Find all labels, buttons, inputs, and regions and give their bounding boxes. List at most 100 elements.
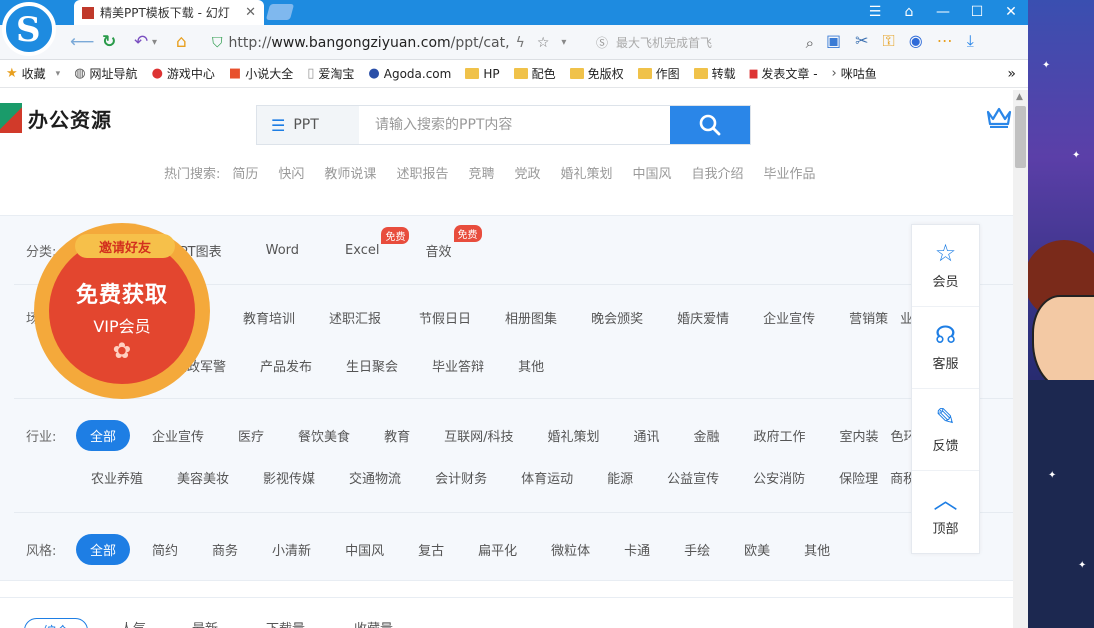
browser-logo[interactable]: S <box>2 2 56 56</box>
bookmark-item[interactable]: 作图 <box>637 65 680 82</box>
hot-keyword[interactable]: 简历 <box>232 163 258 182</box>
hot-keyword[interactable]: 快闪 <box>278 163 304 182</box>
scene-option[interactable]: 毕业答辩 <box>432 356 484 375</box>
industry-option[interactable]: 保险理 <box>839 468 878 487</box>
style-option[interactable]: 其他 <box>804 540 830 559</box>
style-option[interactable]: 中国风 <box>345 540 384 559</box>
industry-option[interactable]: 能源 <box>607 468 633 487</box>
search-button[interactable] <box>670 106 750 144</box>
category-option[interactable]: Word <box>266 243 299 258</box>
scene-option[interactable]: 相册图集 <box>505 308 557 327</box>
active-tab[interactable]: 精美PPT模板下载 - 幻灯 ✕ <box>74 0 264 25</box>
industry-option[interactable]: 体育运动 <box>521 468 573 487</box>
sidebar-item-feedback[interactable]: ✎ 反馈 <box>912 389 979 471</box>
close-window-button[interactable]: ✕ <box>994 0 1028 25</box>
style-option[interactable]: 欧美 <box>744 540 770 559</box>
site-logo[interactable]: 办公资源 <box>0 103 112 133</box>
bookmarks-more-icon[interactable]: » <box>1007 66 1016 82</box>
industry-option[interactable]: 教育 <box>384 426 410 445</box>
industry-option[interactable]: 农业养殖 <box>91 468 143 487</box>
bookmark-item[interactable]: ● 游戏中心 <box>152 65 215 82</box>
lightning-icon[interactable]: ϟ <box>516 35 525 51</box>
style-option[interactable]: 微粒体 <box>551 540 590 559</box>
sort-option[interactable]: 收藏量 <box>354 618 393 628</box>
bookmark-item[interactable]: ▆ 发表文章 - <box>750 65 818 82</box>
bookmark-item[interactable]: ● Agoda.com <box>368 66 451 81</box>
hot-keyword[interactable]: 中国风 <box>633 163 672 182</box>
home-icon[interactable]: ⌂ <box>176 32 187 52</box>
bookmark-item[interactable]: 转载 <box>693 65 736 82</box>
style-option[interactable]: 卡通 <box>624 540 650 559</box>
bookmark-item[interactable]: 免版权 <box>569 65 624 82</box>
industry-option[interactable]: 互联网/科技 <box>444 426 513 445</box>
style-option[interactable]: 扁平化 <box>478 540 517 559</box>
industry-option[interactable]: 公安消防 <box>753 468 805 487</box>
industry-option-active[interactable]: 全部 <box>76 420 131 451</box>
industry-option[interactable]: 会计财务 <box>435 468 487 487</box>
scene-option[interactable]: 生日聚会 <box>346 356 398 375</box>
sort-option-active[interactable]: 综合 <box>24 618 89 628</box>
download-icon[interactable]: ⤓ <box>967 31 974 51</box>
bookmark-item[interactable]: 配色 <box>513 65 556 82</box>
sort-option[interactable]: 人气 <box>120 618 146 628</box>
back-icon[interactable]: ⟵ <box>70 32 94 52</box>
style-option[interactable]: 手绘 <box>684 540 710 559</box>
maximize-button[interactable]: ☐ <box>960 0 994 25</box>
menu-button[interactable]: ☰ <box>858 0 892 25</box>
undo-icon[interactable]: ↶ <box>134 32 148 52</box>
industry-option[interactable]: 餐饮美食 <box>298 426 350 445</box>
scroll-up-icon[interactable]: ▲ <box>1016 92 1023 102</box>
vip-promo-badge[interactable]: 邀请好友 免费获取 VIP会员 ✿ <box>34 223 210 399</box>
browser-search-box[interactable]: Ⓢ 最大飞机完成首飞 ⌕ <box>596 30 814 55</box>
industry-option[interactable]: 美容美妆 <box>177 468 229 487</box>
bookmark-item[interactable]: ◍ 网址导航 <box>74 65 137 82</box>
search-icon[interactable]: ⌕ <box>806 34 814 52</box>
sort-option[interactable]: 下载量 <box>266 618 305 628</box>
hot-keyword[interactable]: 教师说课 <box>324 163 376 182</box>
hot-keyword[interactable]: 党政 <box>514 163 540 182</box>
hot-keyword[interactable]: 毕业作品 <box>764 163 816 182</box>
screenshot-icon[interactable]: ▣ <box>826 31 841 51</box>
address-bar[interactable]: ⛉ http://www.bangongziyuan.com/ppt/cat, … <box>212 30 584 55</box>
scene-option[interactable]: 企业宣传 <box>763 308 815 327</box>
refresh-icon[interactable]: ↻ <box>102 32 116 52</box>
sidebar-item-top[interactable]: ︿ 顶部 <box>912 471 979 553</box>
industry-option[interactable]: 金融 <box>694 426 720 445</box>
category-option[interactable]: 音效 免费 <box>425 225 482 260</box>
industry-option[interactable]: 医疗 <box>238 426 264 445</box>
scene-option[interactable]: 节假日日 <box>419 308 471 327</box>
scene-option[interactable]: 述职汇报 <box>329 308 381 327</box>
hot-keyword[interactable]: 竞聘 <box>468 163 494 182</box>
bookmark-item[interactable]: ★ 收藏 ▾ <box>6 65 60 82</box>
style-option[interactable]: 简约 <box>152 540 178 559</box>
url-dropdown-icon[interactable]: ▾ <box>561 37 566 48</box>
industry-option[interactable]: 政府工作 <box>754 426 806 445</box>
style-option[interactable]: 小清新 <box>272 540 311 559</box>
bookmark-item[interactable]: ▯ 爱淘宝 <box>307 65 354 82</box>
bookmark-item[interactable]: HP <box>465 67 500 81</box>
scene-option[interactable]: 晚会颁奖 <box>591 308 643 327</box>
scene-option[interactable]: 其他 <box>518 356 544 375</box>
hot-keyword[interactable]: 述职报告 <box>396 163 448 182</box>
style-option[interactable]: 复古 <box>418 540 444 559</box>
key-icon[interactable]: ⚿ <box>883 31 895 51</box>
scene-option[interactable]: 产品发布 <box>260 356 312 375</box>
industry-option[interactable]: 交通物流 <box>349 468 401 487</box>
hot-keyword[interactable]: 自我介绍 <box>692 163 744 182</box>
more-icon[interactable]: ⋯ <box>937 31 953 51</box>
undo-dropdown-icon[interactable]: ▾ <box>152 37 157 48</box>
tab-close-icon[interactable]: ✕ <box>245 5 256 20</box>
crown-icon[interactable] <box>986 106 1012 134</box>
scissors-icon[interactable]: ✂ <box>855 31 868 51</box>
industry-option[interactable]: 通讯 <box>633 426 659 445</box>
industry-option[interactable]: 室内装 <box>840 426 879 445</box>
industry-option[interactable]: 公益宣传 <box>667 468 719 487</box>
new-tab-button[interactable] <box>265 4 295 20</box>
search-input[interactable] <box>359 106 670 144</box>
bookmark-item[interactable]: › 咪咕鱼 <box>832 65 877 82</box>
industry-option[interactable]: 企业宣传 <box>152 426 204 445</box>
search-type-select[interactable]: ☰ PPT <box>257 106 359 144</box>
style-option[interactable]: 商务 <box>212 540 238 559</box>
translate-icon[interactable]: ◉ <box>909 31 923 51</box>
skin-button[interactable]: ⌂ <box>892 0 926 25</box>
